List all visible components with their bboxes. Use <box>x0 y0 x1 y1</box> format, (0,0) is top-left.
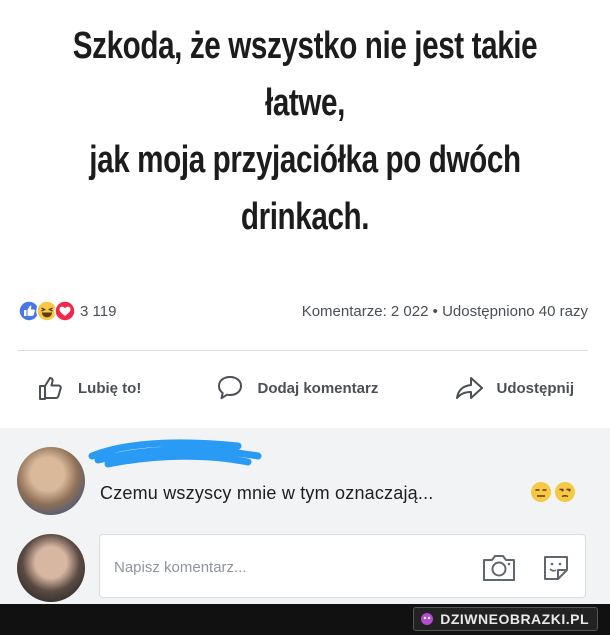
comments-count[interactable]: Komentarze: 2 022 <box>302 303 429 320</box>
reaction-icons <box>18 300 76 322</box>
comment-button[interactable]: Dodaj komentarz <box>215 373 378 403</box>
watermark-bar: DZIWNEOBRAZKI.PL <box>0 604 610 635</box>
thumbs-up-icon <box>39 377 62 400</box>
post-stats: 3 119 Komentarze: 2 022 • Udostępniono 4… <box>18 297 588 325</box>
engagement-counts: Komentarze: 2 022 • Udostępniono 40 razy <box>302 303 588 320</box>
comment-composer[interactable] <box>99 534 586 598</box>
comment-input[interactable] <box>112 553 456 581</box>
post-text-line-4: drinkach. <box>240 196 370 238</box>
post-text-line-2: łatwe, <box>264 82 346 124</box>
separator-dot: • <box>432 302 438 320</box>
comment-text: Czemu wszyscy mnie w tym oznaczają... <box>100 483 434 503</box>
share-label: Udostępnij <box>496 379 575 397</box>
watermark-logo-icon <box>421 613 434 625</box>
watermark-label: DZIWNEOBRAZKI.PL <box>440 611 589 627</box>
like-label: Lubię to! <box>78 379 142 397</box>
redacted-name-scribble <box>88 439 262 468</box>
camera-icon[interactable] <box>480 551 518 583</box>
comment-emojis <box>530 481 578 503</box>
shares-count[interactable]: Udostępniono 40 razy <box>442 303 588 320</box>
like-button[interactable]: Lubię to! <box>36 373 141 403</box>
post-text: Szkoda, że wszystko nie jest takie łatwe… <box>67 18 543 246</box>
reactions-summary[interactable]: 3 119 <box>18 300 116 322</box>
sticker-icon[interactable] <box>540 551 572 583</box>
love-icon <box>54 300 76 322</box>
comment-label: Dodaj komentarz <box>257 379 379 397</box>
post-text-line-1: Szkoda, że wszystko nie jest takie <box>72 25 538 67</box>
post-text-line-3: jak moja przyjaciółka po dwóch <box>89 139 521 181</box>
user-avatar[interactable] <box>17 534 85 602</box>
share-button[interactable]: Udostępnij <box>453 373 575 403</box>
speech-bubble-icon <box>218 376 243 400</box>
share-arrow-icon <box>455 377 483 399</box>
comments-section: Czemu wszyscy mnie w tym oznaczają... <box>0 428 610 604</box>
divider-top <box>18 350 588 351</box>
reaction-count: 3 119 <box>80 302 117 320</box>
action-bar: Lubię to! Dodaj komentarz Udostępnij <box>36 366 574 410</box>
watermark: DZIWNEOBRAZKI.PL <box>413 607 598 631</box>
unamused-face-icon <box>555 482 575 502</box>
expressionless-face-icon <box>531 482 551 502</box>
commenter-avatar[interactable] <box>17 447 85 515</box>
